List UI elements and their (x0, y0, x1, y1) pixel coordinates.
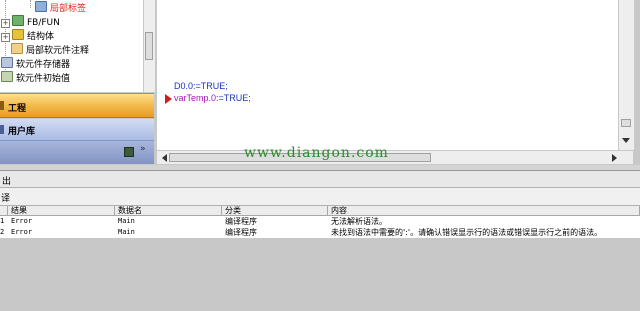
table-header-index (0, 206, 8, 216)
scroll-down-icon[interactable] (622, 138, 630, 143)
tree-item-fb-fun[interactable]: + FB/FUN (1, 15, 60, 28)
project-tree[interactable]: 局部标签 + FB/FUN + 结构体 局部软元件注释 软元件存储器 软元件初始值 (0, 0, 143, 92)
label-table-icon (35, 1, 47, 12)
tree-item-label: 软元件存储器 (16, 60, 71, 70)
tree-item-label: 局部标签 (50, 4, 87, 14)
tree-item-struct[interactable]: + 结构体 (1, 29, 54, 42)
output-table[interactable]: 结果 数据名 分类 内容 1 Error Main 编译程序 无法解析语法。 2… (0, 206, 640, 238)
library-icon (0, 125, 4, 134)
tree-item-device-init[interactable]: 软元件初始值 (1, 71, 70, 84)
editor-vertical-scrollbar[interactable] (618, 0, 634, 150)
table-header-category[interactable]: 分类 (222, 206, 328, 216)
table-row[interactable]: 2 Error Main 编译程序 未找到语法中需要的':'。请确认错误显示行的… (0, 227, 640, 238)
tree-item-label: 结构体 (27, 32, 55, 42)
row-result: Error (11, 217, 33, 225)
code-variable: varTemp.0 (174, 93, 217, 103)
scroll-thumb[interactable] (145, 32, 153, 60)
code-variable: D0.0 (174, 81, 194, 91)
output-window-header: 出 (0, 171, 640, 188)
tree-item-label: FB/FUN (27, 18, 60, 28)
save-icon[interactable] (124, 147, 134, 157)
nav-library-tab[interactable]: 用户库 (0, 119, 154, 141)
fb-fun-icon (12, 15, 24, 26)
tree-guide-line (30, 0, 31, 8)
scroll-thumb[interactable] (621, 119, 631, 127)
tree-scrollbar[interactable] (143, 0, 155, 92)
nav-project-tab[interactable]: 工程 (0, 93, 154, 118)
memory-icon (1, 57, 13, 68)
code-value: TRUE; (223, 93, 251, 103)
code-line-2: varTemp.0:=TRUE; (174, 93, 251, 103)
output-subtitle: 译 (1, 194, 11, 204)
row-number: 1 (0, 217, 5, 225)
row-category: 编译程序 (225, 228, 257, 237)
row-dataname: Main (118, 228, 135, 236)
expand-icon[interactable]: + (1, 33, 10, 42)
nav-project-label: 工程 (8, 104, 27, 114)
tree-item-device-memory[interactable]: 软元件存储器 (1, 57, 70, 70)
comment-folder-icon (11, 43, 23, 54)
row-dataname: Main (118, 217, 135, 225)
scroll-right-icon[interactable] (612, 154, 617, 162)
init-value-icon (1, 71, 13, 82)
row-number: 2 (0, 228, 5, 236)
error-marker-icon (165, 94, 172, 104)
table-header-result[interactable]: 结果 (8, 206, 115, 216)
row-content: 无法解析语法。 (331, 217, 387, 226)
row-result: Error (11, 228, 33, 236)
row-content: 未找到语法中需要的':'。请确认错误显示行的语法或错误显示行之前的语法。 (331, 228, 603, 237)
expand-icon[interactable]: + (1, 19, 10, 28)
table-header-content[interactable]: 内容 (328, 206, 640, 216)
struct-icon (12, 29, 24, 40)
tree-item-label: 软元件初始值 (16, 74, 71, 84)
table-row[interactable]: 1 Error Main 编译程序 无法解析语法。 (0, 216, 640, 227)
nav-library-label: 用户库 (8, 127, 36, 137)
table-header-dataname[interactable]: 数据名 (115, 206, 222, 216)
nav-toolbar: » (0, 141, 154, 164)
code-operator: := (193, 81, 201, 91)
code-line-1: D0.0:=TRUE; (174, 81, 228, 91)
row-category: 编译程序 (225, 217, 257, 226)
st-editor[interactable]: D0.0:=TRUE; varTemp.0:=TRUE; (157, 0, 633, 150)
output-subheader: 译 (0, 188, 640, 206)
tree-item-local-label[interactable]: 局部标签 (35, 1, 86, 14)
code-value: TRUE; (200, 81, 228, 91)
tree-item-device-comment[interactable]: 局部软元件注释 (11, 43, 89, 56)
project-icon (0, 101, 4, 110)
editor-horizontal-scrollbar[interactable] (157, 150, 633, 164)
menu-chevron-icon[interactable]: » (140, 144, 146, 154)
output-title: 出 (2, 177, 12, 187)
code-operator: := (216, 93, 224, 103)
tree-item-label: 局部软元件注释 (26, 46, 90, 56)
scroll-left-icon[interactable] (162, 154, 167, 162)
watermark-text: www.diangon.com (244, 145, 389, 161)
